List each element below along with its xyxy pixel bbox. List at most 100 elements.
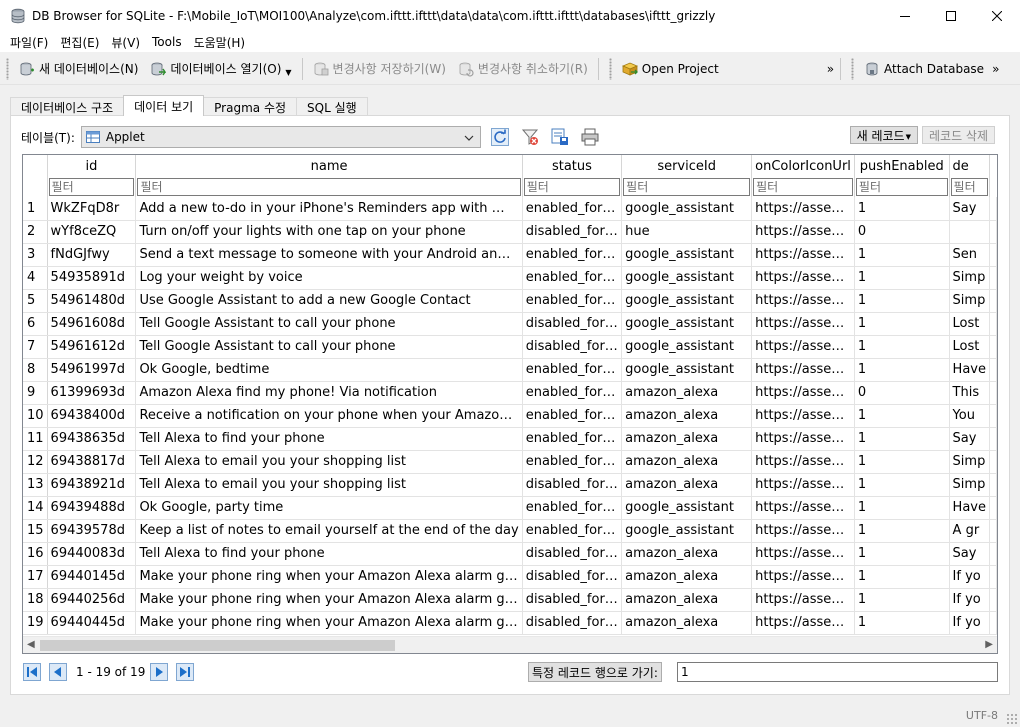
- table-row[interactable]: 1 WkZFqD8r Add a new to-do in your iPhone'…: [23, 197, 997, 221]
- cell-pushenabled[interactable]: 1: [854, 289, 950, 313]
- cell-name[interactable]: Make your phone ring when your Amazon Al…: [135, 565, 523, 589]
- cell-id[interactable]: 61399693d: [47, 381, 137, 405]
- filter-input-pushenabled[interactable]: 필터: [855, 178, 948, 196]
- tab-edit-pragmas[interactable]: Pragma 수정: [203, 97, 298, 116]
- table-row[interactable]: 3 fNdGJfwy Send a text message to someone …: [23, 243, 997, 267]
- cell-serviceid[interactable]: google_assistant: [621, 496, 753, 520]
- cell-name[interactable]: Tell Alexa to email you your shopping li…: [135, 473, 523, 497]
- table-row[interactable]: 19 69440445d Make your phone ring when you…: [23, 611, 997, 635]
- cell-description[interactable]: Simp: [949, 450, 991, 474]
- cell-id[interactable]: 69440083d: [47, 542, 137, 566]
- filter-input-serviceid[interactable]: 필터: [623, 178, 751, 196]
- cell-oncoloriconurl[interactable]: https://asse…: [751, 588, 855, 612]
- cell-description[interactable]: Simp: [949, 473, 991, 497]
- table-row[interactable]: 9 61399693d Amazon Alexa find my phone! Vi…: [23, 381, 997, 405]
- column-header-name[interactable]: name: [135, 155, 523, 177]
- horizontal-scrollbar[interactable]: ◀ ▶: [23, 636, 997, 653]
- cell-pushenabled[interactable]: 1: [854, 427, 950, 451]
- cell-status[interactable]: enabled_for…: [522, 243, 623, 267]
- cell-name[interactable]: Add a new to-do in your iPhone's Reminde…: [135, 197, 523, 221]
- cell-oncoloriconurl[interactable]: https://asse…: [751, 542, 855, 566]
- cell-name[interactable]: Tell Alexa to find your phone: [135, 427, 523, 451]
- cell-serviceid[interactable]: amazon_alexa: [621, 473, 753, 497]
- cell-id[interactable]: 69440445d: [47, 611, 137, 635]
- cell-serviceid[interactable]: google_assistant: [621, 312, 753, 336]
- cell-status[interactable]: disabled_for…: [522, 220, 623, 244]
- column-header-serviceid[interactable]: serviceId: [621, 155, 753, 177]
- filter-input-description[interactable]: 필터: [950, 178, 988, 196]
- cell-serviceid[interactable]: amazon_alexa: [621, 588, 753, 612]
- cell-status[interactable]: enabled_for…: [522, 496, 623, 520]
- cell-status[interactable]: disabled_for…: [522, 611, 623, 635]
- row-number[interactable]: 15: [23, 519, 48, 543]
- cell-oncoloriconurl[interactable]: https://asse…: [751, 565, 855, 589]
- cell-oncoloriconurl[interactable]: https://asse…: [751, 335, 855, 359]
- cell-oncoloriconurl[interactable]: https://asse…: [751, 197, 855, 221]
- data-grid[interactable]: id name status serviceId onColorIconUrl …: [22, 154, 998, 654]
- cell-serviceid[interactable]: google_assistant: [621, 243, 753, 267]
- goto-record-input[interactable]: 1: [677, 662, 998, 682]
- cell-status[interactable]: disabled_for…: [522, 565, 623, 589]
- new-record-button[interactable]: 새 레코드 ▼: [849, 126, 918, 144]
- cell-oncoloriconurl[interactable]: https://asse…: [751, 312, 855, 336]
- cell-description[interactable]: If yo: [949, 611, 991, 635]
- cell-status[interactable]: enabled_for…: [522, 197, 623, 221]
- cell-serviceid[interactable]: hue: [621, 220, 753, 244]
- table-row[interactable]: 8 54961997d Ok Google, bedtime enabled_for……: [23, 358, 997, 382]
- table-row[interactable]: 2 wYf8ceZQ Turn on/off your lights with on…: [23, 220, 997, 244]
- table-row[interactable]: 15 69439578d Keep a list of notes to email…: [23, 519, 997, 543]
- cell-oncoloriconurl[interactable]: https://asse…: [751, 220, 855, 244]
- save-table-button[interactable]: [549, 126, 571, 148]
- table-row[interactable]: 16 69440083d Tell Alexa to find your phone…: [23, 542, 997, 566]
- resize-grip-icon[interactable]: [1006, 713, 1018, 725]
- tab-browse-data[interactable]: 데이터 보기: [123, 95, 205, 116]
- new-database-button[interactable]: 새 데이터베이스(N): [13, 56, 144, 82]
- cell-id[interactable]: 69439488d: [47, 496, 137, 520]
- cell-serviceid[interactable]: google_assistant: [621, 197, 753, 221]
- toolbar-grip[interactable]: [608, 57, 612, 80]
- cell-pushenabled[interactable]: 1: [854, 450, 950, 474]
- cell-description[interactable]: Lost: [949, 335, 991, 359]
- column-header-id[interactable]: id: [47, 155, 137, 177]
- cell-status[interactable]: disabled_for…: [522, 542, 623, 566]
- cell-serviceid[interactable]: google_assistant: [621, 266, 753, 290]
- column-header-pushenabled[interactable]: pushEnabled: [854, 155, 950, 177]
- table-row[interactable]: 13 69438921d Tell Alexa to email you your …: [23, 473, 997, 497]
- cell-pushenabled[interactable]: 1: [854, 542, 950, 566]
- last-record-button[interactable]: [175, 662, 195, 682]
- cell-name[interactable]: Receive a notification on your phone whe…: [135, 404, 523, 428]
- cell-name[interactable]: Tell Alexa to email you your shopping li…: [135, 450, 523, 474]
- cell-oncoloriconurl[interactable]: https://asse…: [751, 427, 855, 451]
- cell-serviceid[interactable]: amazon_alexa: [621, 542, 753, 566]
- cell-pushenabled[interactable]: 1: [854, 611, 950, 635]
- table-row[interactable]: 4 54935891d Log your weight by voice enable…: [23, 266, 997, 290]
- filter-input-status[interactable]: 필터: [523, 178, 621, 196]
- cell-serviceid[interactable]: google_assistant: [621, 519, 753, 543]
- first-record-button[interactable]: [22, 662, 42, 682]
- cell-pushenabled[interactable]: 1: [854, 588, 950, 612]
- cell-id[interactable]: 69438400d: [47, 404, 137, 428]
- scroll-left-icon[interactable]: ◀: [27, 639, 35, 650]
- table-select[interactable]: Applet: [80, 126, 481, 148]
- filter-input-oncoloriconurl[interactable]: 필터: [753, 178, 853, 196]
- menu-tools[interactable]: Tools: [146, 35, 188, 49]
- cell-id[interactable]: 69438817d: [47, 450, 137, 474]
- previous-record-button[interactable]: [48, 662, 68, 682]
- cell-id[interactable]: 54935891d: [47, 266, 137, 290]
- cell-serviceid[interactable]: amazon_alexa: [621, 565, 753, 589]
- cell-name[interactable]: Tell Google Assistant to call your phone: [135, 312, 523, 336]
- cell-id[interactable]: 54961612d: [47, 335, 137, 359]
- cell-status[interactable]: enabled_for…: [522, 266, 623, 290]
- toolbar-overflow-button[interactable]: »: [825, 62, 836, 76]
- row-number[interactable]: 6: [23, 312, 48, 336]
- cell-id[interactable]: WkZFqD8r: [47, 197, 137, 221]
- column-header-status[interactable]: status: [522, 155, 623, 177]
- close-button[interactable]: [974, 0, 1020, 32]
- menu-help[interactable]: 도움말(H): [188, 34, 252, 51]
- cell-name[interactable]: Use Google Assistant to add a new Google…: [135, 289, 523, 313]
- cell-status[interactable]: disabled_for…: [522, 588, 623, 612]
- cell-serviceid[interactable]: amazon_alexa: [621, 450, 753, 474]
- cell-name[interactable]: Log your weight by voice: [135, 266, 523, 290]
- table-row[interactable]: 11 69438635d Tell Alexa to find your phone…: [23, 427, 997, 451]
- cell-name[interactable]: Make your phone ring when your Amazon Al…: [135, 611, 523, 635]
